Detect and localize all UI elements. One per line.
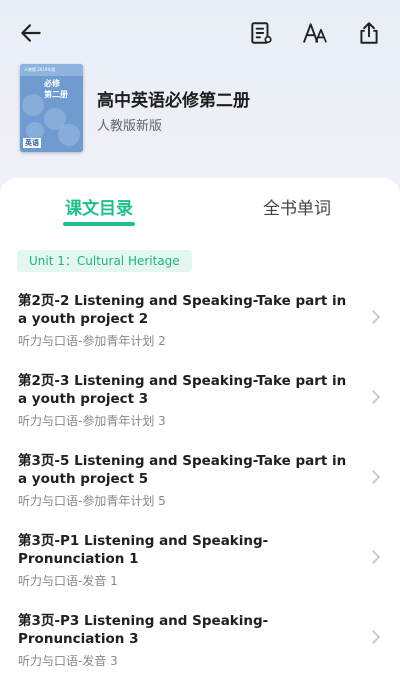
tab-all-words[interactable]: 全书单词: [263, 194, 331, 219]
font-size-icon: [303, 23, 327, 43]
arrow-left-icon: [21, 24, 41, 42]
lesson-subtitle: 听力与口语-发音 3: [18, 654, 118, 668]
tab-lesson-catalog[interactable]: 课文目录: [65, 194, 133, 219]
content-panel: 课文目录 全书单词 Unit 1：Cultural Heritage 第2页-2…: [0, 178, 400, 688]
cover-subject-tag: 英语: [23, 138, 41, 148]
lesson-title: 第3页-5 Listening and Speaking-Take part i…: [18, 453, 347, 487]
lesson-title: 第3页-P1 Listening and Speaking-Pronunciat…: [18, 533, 269, 567]
share-icon: [360, 22, 378, 44]
lesson-item[interactable]: 第3页-5 Listening and Speaking-Take part i…: [0, 452, 400, 532]
lesson-subtitle: 听力与口语-参加青年计划 5: [18, 494, 166, 508]
chevron-right-icon: [372, 390, 380, 404]
lesson-title: 第3页-P3 Listening and Speaking-Pronunciat…: [18, 613, 269, 647]
share-button[interactable]: [354, 18, 384, 48]
book-publisher: 人教版新版: [97, 119, 163, 134]
cover-title-line2: 第二册: [44, 90, 68, 99]
cover-decoration: [22, 94, 44, 116]
lesson-item[interactable]: 第3页-P3 Listening and Speaking-Pronunciat…: [0, 612, 400, 688]
font-size-button[interactable]: [300, 18, 330, 48]
lesson-title: 第2页-2 Listening and Speaking-Take part i…: [18, 293, 347, 327]
lesson-subtitle: 听力与口语-参加青年计划 3: [18, 414, 166, 428]
cover-title-line1: 必修: [44, 79, 60, 88]
book-header: 人教版 2019年版 必修 第二册 英语 高中英语必修第二册 人教版新版: [20, 64, 380, 154]
cover-title: 必修 第二册: [44, 78, 68, 100]
chevron-right-icon: [372, 310, 380, 324]
notes-icon: [251, 22, 272, 44]
top-toolbar: [0, 0, 400, 70]
lesson-item[interactable]: 第2页-3 Listening and Speaking-Take part i…: [0, 372, 400, 452]
lesson-title: 第2页-3 Listening and Speaking-Take part i…: [18, 373, 347, 407]
lesson-subtitle: 听力与口语-参加青年计划 2: [18, 334, 166, 348]
chevron-right-icon: [372, 630, 380, 644]
chevron-right-icon: [372, 470, 380, 484]
lesson-item[interactable]: 第3页-P1 Listening and Speaking-Pronunciat…: [0, 532, 400, 612]
back-button[interactable]: [16, 18, 46, 48]
cover-band-text: 人教版 2019年版: [20, 64, 83, 76]
chevron-right-icon: [372, 550, 380, 564]
book-cover[interactable]: 人教版 2019年版 必修 第二册 英语: [20, 64, 83, 152]
book-title: 高中英语必修第二册: [97, 91, 250, 111]
cover-decoration: [58, 124, 80, 146]
unit-label: Unit 1：Cultural Heritage: [17, 250, 192, 272]
notes-button[interactable]: [246, 18, 276, 48]
lesson-item[interactable]: 第2页-2 Listening and Speaking-Take part i…: [0, 292, 400, 372]
active-tab-indicator: [63, 222, 135, 226]
lesson-subtitle: 听力与口语-发音 1: [18, 574, 118, 588]
